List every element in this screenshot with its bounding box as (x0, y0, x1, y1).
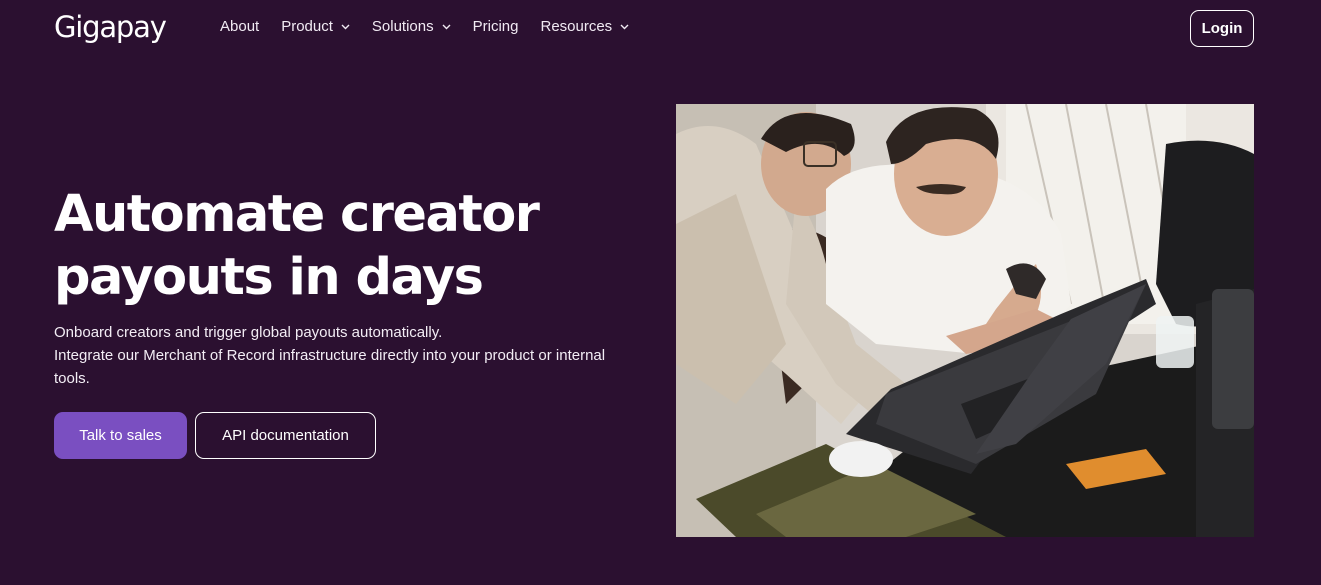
nav-item-resources[interactable]: Resources (540, 18, 629, 35)
chevron-down-icon (341, 24, 350, 29)
hero-subtext: Onboard creators and trigger global payo… (54, 321, 614, 390)
nav-item-label: Resources (540, 18, 613, 35)
api-documentation-button[interactable]: API documentation (195, 412, 376, 459)
nav-item-about[interactable]: About (220, 18, 259, 35)
chevron-down-icon (620, 24, 629, 29)
talk-to-sales-button[interactable]: Talk to sales (54, 412, 187, 459)
hero-headline: Automate creator payouts in days (54, 183, 540, 309)
hero-photo (676, 104, 1254, 537)
main-nav: About Product Solutions Pricing Resource… (220, 18, 651, 35)
team-at-laptop-illustration (676, 104, 1254, 537)
subtext-line-1: Onboard creators and trigger global payo… (54, 324, 443, 341)
subtext-line-2: Integrate our Merchant of Record infrast… (54, 347, 606, 387)
chevron-down-icon (442, 24, 451, 29)
nav-item-solutions[interactable]: Solutions (372, 18, 451, 35)
gigapay-logo[interactable]: Gigapay (54, 10, 167, 44)
nav-item-label: About (220, 18, 260, 35)
headline-line-2: payouts in days (54, 248, 484, 307)
nav-item-label: Solutions (371, 18, 434, 35)
nav-item-label: Pricing (472, 18, 519, 35)
nav-item-label: Product (281, 18, 333, 35)
nav-item-product[interactable]: Product (281, 18, 350, 35)
login-button[interactable]: Login (1190, 10, 1254, 47)
nav-item-pricing[interactable]: Pricing (473, 18, 519, 35)
headline-line-1: Automate creator (54, 185, 540, 244)
